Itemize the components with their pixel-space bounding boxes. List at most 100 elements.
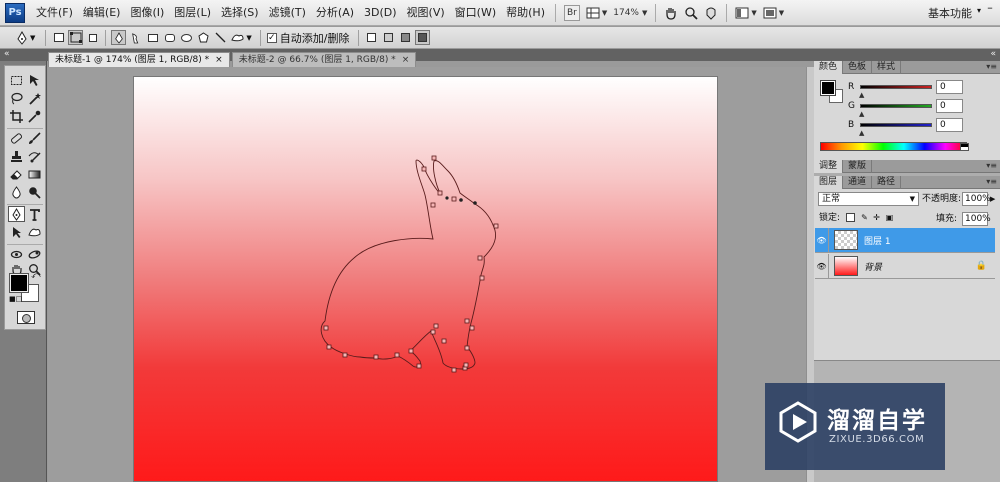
panel-menu-icon[interactable]: ▾≡ xyxy=(986,177,997,186)
polygon-option[interactable] xyxy=(196,30,211,45)
dodge-tool[interactable] xyxy=(26,184,43,200)
arrange-documents-button[interactable]: ▼ xyxy=(732,3,759,23)
quick-selection-tool[interactable] xyxy=(26,90,43,106)
blur-tool[interactable] xyxy=(8,184,25,200)
slider-value[interactable]: 0 xyxy=(936,99,963,113)
menu-filter[interactable]: 滤镜(T) xyxy=(264,2,311,24)
rabbit-path[interactable] xyxy=(134,77,719,482)
custom-shape-option[interactable] xyxy=(230,30,245,45)
slider-value[interactable]: 0 xyxy=(936,80,963,94)
path-exclude-button[interactable] xyxy=(414,30,430,45)
blend-mode-select[interactable]: 正常 ▼ xyxy=(818,192,919,206)
foreground-color-swatch[interactable] xyxy=(9,273,29,293)
green-slider[interactable]: G 0 ▲ xyxy=(848,99,963,118)
shape-layers-button[interactable] xyxy=(51,30,66,45)
menu-view[interactable]: 视图(V) xyxy=(402,2,450,24)
rotate-view-button[interactable] xyxy=(701,3,721,23)
pen-tool-option[interactable] xyxy=(111,30,127,45)
opacity-input[interactable]: 100% xyxy=(962,192,991,206)
tab-adjustments[interactable]: 调整 xyxy=(814,160,844,173)
close-icon[interactable]: × xyxy=(402,53,410,67)
panel-menu-icon[interactable]: ▾≡ xyxy=(986,161,997,170)
3d-orbit-tool[interactable] xyxy=(26,246,43,262)
menu-file[interactable]: 文件(F) xyxy=(31,2,78,24)
crop-tool[interactable] xyxy=(8,108,25,124)
eraser-tool[interactable] xyxy=(8,166,25,182)
slider-handle-icon[interactable]: ▲ xyxy=(859,91,864,99)
red-slider[interactable]: R 0 ▲ xyxy=(848,80,963,99)
collapse-panels-icon[interactable]: « xyxy=(990,49,996,60)
default-colors-icon[interactable]: ■□ xyxy=(9,295,22,303)
lock-transparent-icon[interactable] xyxy=(846,213,855,222)
layer-row[interactable]: 👁 图层 1 xyxy=(815,227,995,253)
document-tab-2[interactable]: 未标题-2 @ 66.7% (图层 1, RGB/8) * × xyxy=(231,52,417,67)
swap-colors-icon[interactable]: ⤺ xyxy=(31,271,41,281)
menu-3d[interactable]: 3D(D) xyxy=(359,2,402,24)
workspace-switcher[interactable]: 基本功能 xyxy=(928,5,972,21)
layer-name[interactable]: 图层 1 xyxy=(864,234,891,247)
layer-name[interactable]: 背景 xyxy=(864,260,882,273)
auto-add-delete-checkbox[interactable]: ✓ 自动添加/删除 xyxy=(266,30,350,46)
clone-stamp-tool[interactable] xyxy=(8,148,25,164)
custom-shape-tool[interactable] xyxy=(26,224,43,240)
freeform-pen-option[interactable] xyxy=(128,30,143,45)
path-selection-tool[interactable] xyxy=(8,224,25,240)
screen-mode-button[interactable]: ▼ xyxy=(760,3,787,23)
path-subtract-button[interactable] xyxy=(381,30,396,45)
slider-handle-icon[interactable]: ▲ xyxy=(859,110,864,118)
pen-tool[interactable] xyxy=(8,206,25,222)
fill-pixels-button[interactable] xyxy=(85,30,100,45)
chevron-right-icon[interactable]: ▶ xyxy=(990,195,995,203)
lock-pixels-icon[interactable]: ✎ xyxy=(860,213,869,222)
ellipse-option[interactable] xyxy=(179,30,194,45)
lock-all-icon[interactable]: ▣ xyxy=(885,213,894,222)
healing-brush-tool[interactable] xyxy=(8,130,25,146)
blue-slider[interactable]: B 0 ▲ xyxy=(848,118,963,137)
tab-masks[interactable]: 蒙版 xyxy=(843,160,873,173)
3d-rotate-tool[interactable] xyxy=(8,246,25,262)
zoom-tool-button[interactable] xyxy=(681,3,701,23)
lasso-tool[interactable] xyxy=(8,90,25,106)
type-tool[interactable] xyxy=(26,206,43,222)
zoom-level-button[interactable]: 174% ▼ xyxy=(610,3,650,23)
collapse-toolbar-icon[interactable]: « xyxy=(4,49,10,60)
color-spectrum-bar[interactable] xyxy=(820,142,967,151)
slider-track[interactable] xyxy=(860,104,932,108)
menu-help[interactable]: 帮助(H) xyxy=(501,2,550,24)
tool-preset-picker[interactable] xyxy=(14,30,29,45)
slider-track[interactable] xyxy=(860,85,932,89)
paths-mode-button[interactable] xyxy=(68,30,84,45)
black-white-swatch[interactable] xyxy=(960,143,969,151)
slider-handle-icon[interactable]: ▲ xyxy=(859,129,864,137)
eyedropper-tool[interactable] xyxy=(26,108,43,124)
extras-button[interactable]: ▼ xyxy=(583,3,610,23)
path-add-button[interactable] xyxy=(364,30,379,45)
line-option[interactable] xyxy=(213,30,228,45)
menu-layer[interactable]: 图层(L) xyxy=(169,2,216,24)
rounded-rectangle-option[interactable] xyxy=(162,30,177,45)
eye-icon[interactable]: 👁 xyxy=(815,227,829,253)
bridge-button[interactable]: Br xyxy=(561,3,583,23)
move-tool[interactable] xyxy=(26,72,43,88)
menu-window[interactable]: 窗口(W) xyxy=(450,2,501,24)
tab-color[interactable]: 颜色 xyxy=(814,61,844,74)
rectangle-shape-option[interactable] xyxy=(145,30,160,45)
lock-position-icon[interactable]: ✛ xyxy=(872,213,881,222)
document-canvas[interactable] xyxy=(133,76,718,482)
gradient-tool[interactable] xyxy=(26,166,43,182)
menu-select[interactable]: 选择(S) xyxy=(216,2,264,24)
fill-input[interactable]: 100% xyxy=(962,212,991,226)
document-tab-1[interactable]: 未标题-1 @ 174% (图层 1, RGB/8) * × xyxy=(48,52,230,67)
tab-swatches[interactable]: 色板 xyxy=(843,61,873,74)
slider-track[interactable] xyxy=(860,123,932,127)
eye-icon[interactable]: 👁 xyxy=(815,253,829,279)
slider-value[interactable]: 0 xyxy=(936,118,963,132)
panel-menu-icon[interactable]: ▾≡ xyxy=(986,62,997,71)
tab-layers[interactable]: 图层 xyxy=(814,176,844,189)
menu-image[interactable]: 图像(I) xyxy=(125,2,169,24)
foreground-color-swatch[interactable] xyxy=(820,80,836,96)
quick-mask-button[interactable] xyxy=(17,311,35,324)
tab-styles[interactable]: 样式 xyxy=(872,61,902,74)
hand-tool-button[interactable] xyxy=(661,3,681,23)
history-brush-tool[interactable] xyxy=(26,148,43,164)
